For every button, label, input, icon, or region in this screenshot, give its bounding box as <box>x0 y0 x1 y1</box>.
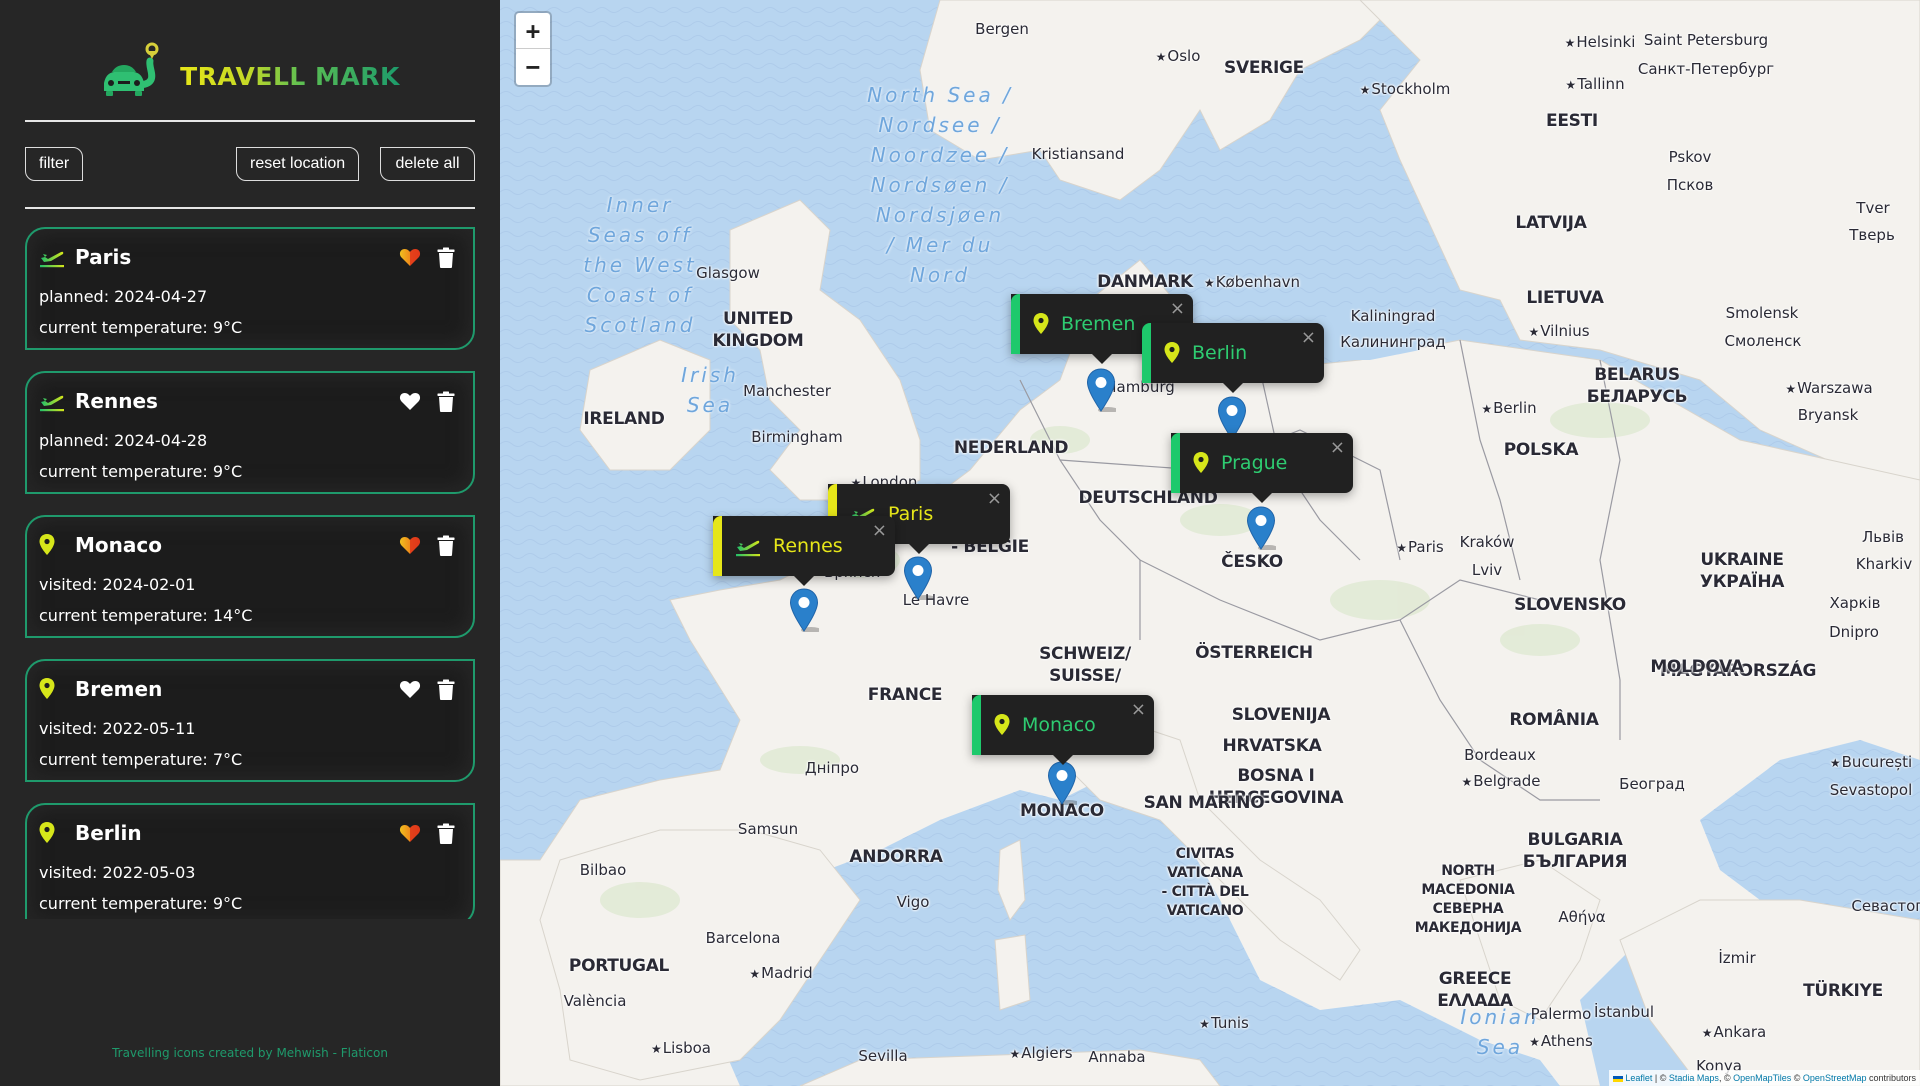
plane-takeoff-icon <box>39 390 65 412</box>
trip-list[interactable]: Paris planned: 2024-04-27 current temper… <box>25 227 475 919</box>
trip-card[interactable]: Rennes planned: 2024-04-28 current tempe… <box>25 371 475 494</box>
popup-title: Berlin <box>1192 342 1248 364</box>
map-attribution: Leaflet | © Stadia Maps, © OpenMapTiles … <box>1609 1070 1920 1086</box>
icon-credit[interactable]: Travelling icons created by Mehwish - Fl… <box>0 1046 500 1060</box>
app-root: TRAVELL MARK filter reset location delet… <box>0 0 1920 1086</box>
map-pin-icon <box>39 678 65 700</box>
popup-title: Monaco <box>1022 714 1096 736</box>
zoom-out-button[interactable]: − <box>516 49 550 85</box>
ukraine-flag-icon <box>1613 1075 1624 1082</box>
openmaptiles-link[interactable]: OpenMapTiles <box>1733 1073 1791 1083</box>
openstreetmap-link[interactable]: OpenStreetMap <box>1803 1073 1867 1083</box>
trip-name: Berlin <box>75 821 142 845</box>
trip-name: Monaco <box>75 533 162 557</box>
trash-icon[interactable] <box>437 823 455 844</box>
filter-button[interactable]: filter <box>25 147 84 181</box>
header-divider <box>25 120 475 122</box>
trip-date: planned: 2024-04-28 <box>39 431 208 450</box>
trip-name: Bremen <box>75 677 163 701</box>
popup-close-button[interactable]: × <box>872 520 887 541</box>
map-popup-rennes: Rennes × <box>713 516 895 586</box>
trip-temperature: current temperature: 9°C <box>39 318 243 337</box>
map-marker-prague[interactable] <box>1246 506 1278 551</box>
popup-title: Bremen <box>1061 313 1136 335</box>
trash-icon[interactable] <box>437 679 455 700</box>
trash-icon[interactable] <box>437 247 455 268</box>
trip-card[interactable]: Paris planned: 2024-04-27 current temper… <box>25 227 475 350</box>
map-popup-prague: Prague × <box>1171 433 1353 503</box>
delete-all-button[interactable]: delete all <box>380 147 475 181</box>
popup-close-button[interactable]: × <box>1131 699 1146 720</box>
trip-date: planned: 2024-04-27 <box>39 287 208 306</box>
leaflet-link[interactable]: Leaflet <box>1625 1073 1652 1083</box>
logo: TRAVELL MARK <box>0 34 500 104</box>
trip-card[interactable]: Berlin visited: 2022-05-03 current tempe… <box>25 803 475 919</box>
map[interactable]: North Sea / Nordsee / Noordzee / Nordsøe… <box>500 0 1920 1086</box>
favorite-heart-icon[interactable] <box>399 680 421 699</box>
map-marker-rennes[interactable] <box>789 588 821 633</box>
map-popup-berlin: Berlin × <box>1142 323 1324 393</box>
trip-date: visited: 2022-05-03 <box>39 863 196 882</box>
popup-close-button[interactable]: × <box>1301 327 1316 348</box>
favorite-heart-icon[interactable] <box>399 248 421 267</box>
zoom-in-button[interactable]: + <box>516 13 550 49</box>
toolbar-divider <box>25 207 475 209</box>
favorite-heart-icon[interactable] <box>399 392 421 411</box>
trip-card[interactable]: Monaco visited: 2024-02-01 current tempe… <box>25 515 475 638</box>
popup-title: Prague <box>1221 452 1288 474</box>
trip-name: Paris <box>75 245 132 269</box>
sidebar: TRAVELL MARK filter reset location delet… <box>0 0 500 1086</box>
trip-card[interactable]: Bremen visited: 2022-05-11 current tempe… <box>25 659 475 782</box>
map-pin-icon <box>1164 342 1180 364</box>
trip-temperature: current temperature: 14°C <box>39 606 253 625</box>
stadia-link[interactable]: Stadia Maps <box>1669 1073 1719 1083</box>
plane-takeoff-icon <box>39 246 65 268</box>
popup-title: Rennes <box>773 535 843 557</box>
reset-location-button[interactable]: reset location <box>236 147 360 181</box>
car-route-logo-icon <box>104 42 159 96</box>
map-marker-bremen[interactable] <box>1086 368 1118 413</box>
attribution-text: , © <box>1718 1073 1734 1083</box>
map-marker-monaco[interactable] <box>1047 761 1079 806</box>
trip-temperature: current temperature: 9°C <box>39 462 243 481</box>
trip-temperature: current temperature: 7°C <box>39 750 243 769</box>
attribution-text: contributors <box>1866 1073 1916 1083</box>
map-marker-paris[interactable] <box>903 556 935 601</box>
app-title: TRAVELL MARK <box>180 61 400 91</box>
popup-close-button[interactable]: × <box>987 488 1002 509</box>
map-pin-icon <box>1033 313 1049 335</box>
trash-icon[interactable] <box>437 391 455 412</box>
zoom-control: + − <box>514 11 552 87</box>
trash-icon[interactable] <box>437 535 455 556</box>
trip-date: visited: 2022-05-11 <box>39 719 196 738</box>
map-pin-icon <box>39 534 65 556</box>
map-pin-icon <box>994 714 1010 736</box>
attribution-text: © <box>1791 1073 1803 1083</box>
plane-takeoff-icon <box>735 535 761 557</box>
favorite-heart-icon[interactable] <box>399 824 421 843</box>
trip-date: visited: 2024-02-01 <box>39 575 196 594</box>
trip-temperature: current temperature: 9°C <box>39 894 243 913</box>
map-popup-monaco: Monaco × <box>972 695 1154 765</box>
popup-close-button[interactable]: × <box>1170 298 1185 319</box>
popup-close-button[interactable]: × <box>1330 437 1345 458</box>
favorite-heart-icon[interactable] <box>399 536 421 555</box>
attribution-text: | © <box>1652 1073 1669 1083</box>
map-pin-icon <box>39 822 65 844</box>
trip-name: Rennes <box>75 389 158 413</box>
map-pin-icon <box>1193 452 1209 474</box>
